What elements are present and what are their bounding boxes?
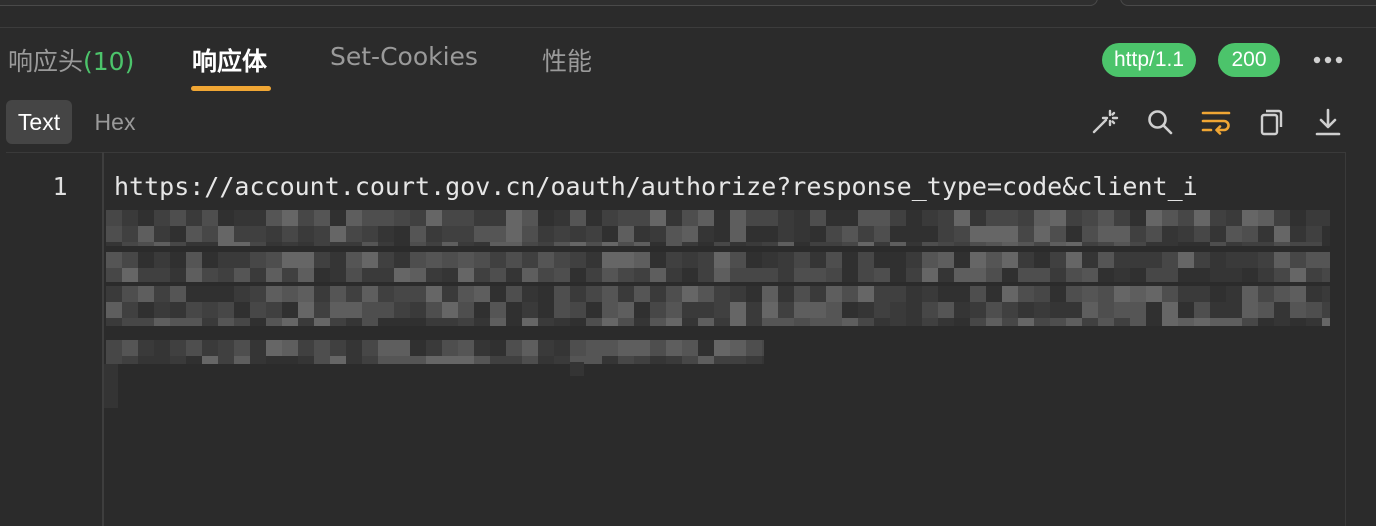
response-panel: 响应头(10) 响应体 Set-Cookies 性能 http/1.1 200 … (0, 0, 1376, 526)
redacted-content (104, 210, 1330, 408)
